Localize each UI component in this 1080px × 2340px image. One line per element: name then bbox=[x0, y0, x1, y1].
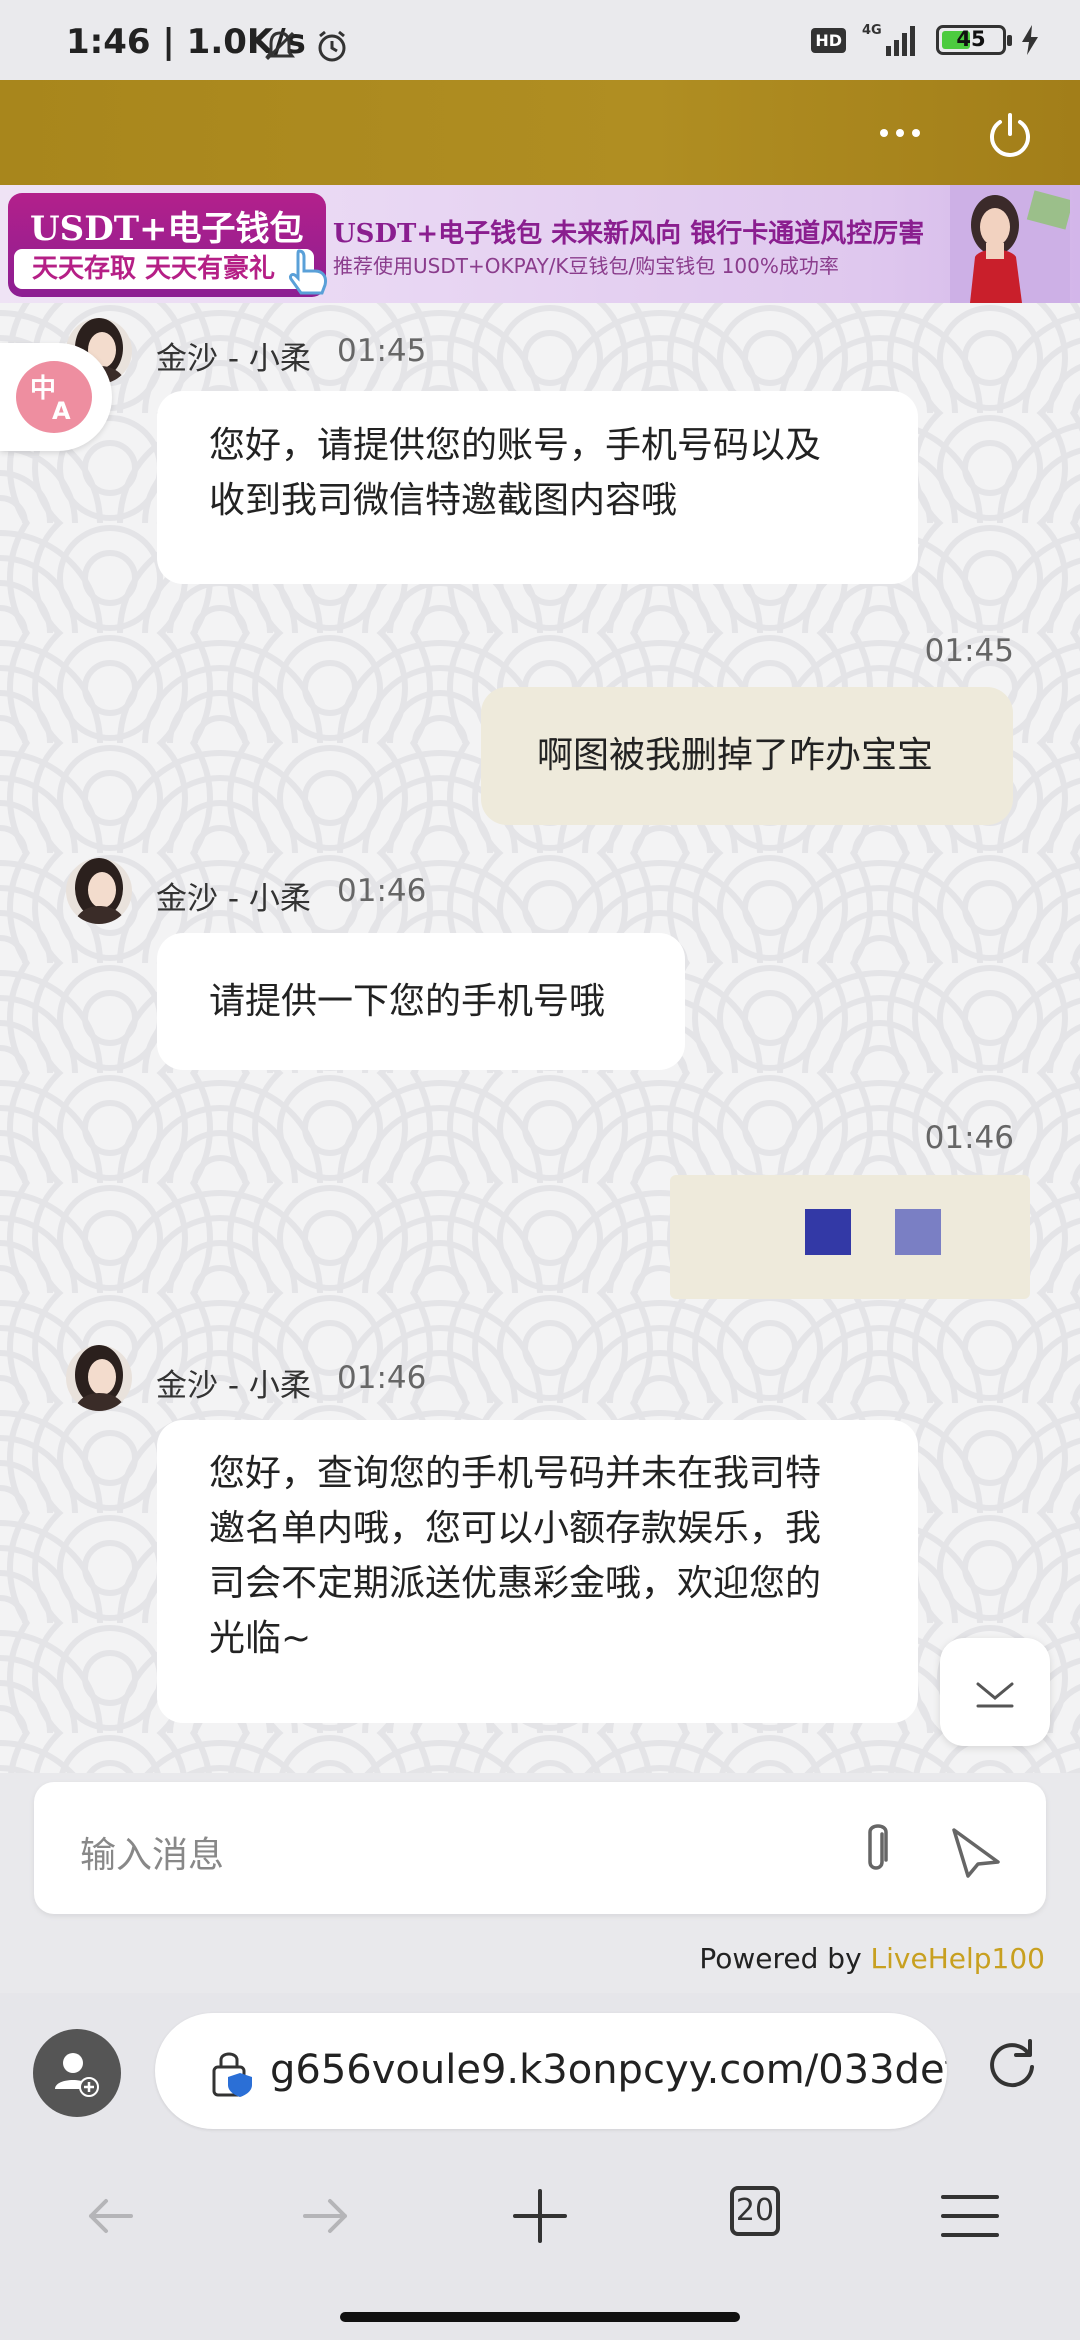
message-text: 您好，查询您的手机号码并未在我司特 邀名单内哦，您可以小额存款娱乐，我 司会不定… bbox=[209, 1453, 822, 1659]
message-time: 01:45 bbox=[337, 333, 427, 369]
message-input[interactable]: 输入消息 bbox=[80, 1826, 224, 1878]
battery-icon: 45 bbox=[936, 25, 1012, 55]
banner-model-image bbox=[950, 185, 1070, 303]
agent-avatar bbox=[66, 858, 132, 924]
banner-badge: USDT+电子钱包 天天存取 天天有豪礼 bbox=[8, 193, 326, 297]
profile-button[interactable] bbox=[33, 2029, 121, 2117]
hd-badge: HD bbox=[811, 27, 846, 53]
alarm-icon bbox=[318, 30, 346, 62]
sender-name: 金沙 - 小柔 bbox=[156, 341, 311, 377]
forward-arrow-icon[interactable] bbox=[290, 2181, 360, 2251]
tab-switcher-button[interactable]: 20 bbox=[730, 2186, 780, 2236]
message-bubble: 啊图被我删掉了咋办宝宝 bbox=[481, 687, 1013, 825]
menu-icon[interactable] bbox=[935, 2181, 1005, 2251]
redacted-block bbox=[805, 1209, 851, 1255]
redacted-image-bubble[interactable] bbox=[670, 1175, 1030, 1299]
redacted-block bbox=[895, 1209, 941, 1255]
charging-icon bbox=[1022, 25, 1038, 55]
message-bubble: 您好，请提供您的账号，手机号码以及 收到我司微信特邀截图内容哦 bbox=[157, 391, 918, 584]
translate-icon: 中 A bbox=[30, 374, 71, 425]
status-bar: 1:46 | 1.0K/s HD 4G 45 bbox=[0, 0, 1080, 80]
attachment-icon[interactable] bbox=[846, 1820, 906, 1880]
svg-text:A: A bbox=[52, 397, 71, 425]
sender-name: 金沙 - 小柔 bbox=[156, 1368, 311, 1404]
chat-header bbox=[0, 80, 1080, 185]
banner-right-title: USDT+电子钱包 未来新风向 银行卡通道风控厉害 bbox=[333, 219, 925, 249]
url-text: g656voule9.k3onpcyy.com/033def7 bbox=[270, 2047, 947, 2093]
sender-name: 金沙 - 小柔 bbox=[156, 881, 311, 917]
browser-nav-row: 20 bbox=[0, 2163, 1080, 2273]
banner-left-title: USDT+电子钱包 bbox=[30, 209, 304, 249]
message-time: 01:46 bbox=[337, 873, 427, 909]
agent-avatar bbox=[66, 1345, 132, 1411]
message-time: 01:46 bbox=[924, 1120, 1014, 1156]
message-text: 啊图被我删掉了咋办宝宝 bbox=[537, 735, 934, 776]
power-icon[interactable] bbox=[985, 110, 1035, 160]
more-icon[interactable] bbox=[870, 110, 930, 156]
secure-lock-icon bbox=[212, 2052, 252, 2097]
banner-right-subtitle: 推荐使用USDT+OKPAY/K豆钱包/购宝钱包 100%成功率 bbox=[333, 254, 839, 278]
reload-icon[interactable] bbox=[982, 2033, 1042, 2093]
message-bubble: 您好，查询您的手机号码并未在我司特 邀名单内哦，您可以小额存款娱乐，我 司会不定… bbox=[157, 1420, 918, 1723]
message-time: 01:46 bbox=[337, 1360, 427, 1396]
home-indicator[interactable] bbox=[340, 2312, 740, 2322]
send-icon[interactable] bbox=[946, 1820, 1006, 1880]
promo-banner[interactable]: USDT+电子钱包 天天存取 天天有豪礼 USDT+电子钱包 未来新风向 银行卡… bbox=[0, 185, 1080, 303]
chat-area[interactable]: 金沙 - 小柔 01:45 您好，请提供您的账号，手机号码以及 收到我司微信特邀… bbox=[0, 303, 1080, 1773]
pointer-hand-icon bbox=[289, 249, 327, 295]
message-text: 请提供一下您的手机号哦 bbox=[209, 981, 606, 1022]
new-tab-plus-icon[interactable] bbox=[505, 2181, 575, 2251]
chevron-down-icon bbox=[976, 1682, 1014, 1708]
banner-left-subtitle: 天天存取 天天有豪礼 bbox=[14, 249, 314, 289]
address-bar[interactable]: g656voule9.k3onpcyy.com/033def7 bbox=[155, 2013, 947, 2129]
message-text: 您好，请提供您的账号，手机号码以及 收到我司微信特邀截图内容哦 bbox=[209, 425, 822, 521]
browser-toolbar: g656voule9.k3onpcyy.com/033def7 20 bbox=[0, 1993, 1080, 2340]
message-bubble: 请提供一下您的手机号哦 bbox=[157, 933, 685, 1070]
message-time: 01:45 bbox=[924, 633, 1014, 669]
powered-by: Powered by LiveHelp100 bbox=[699, 1942, 1045, 1975]
scroll-to-bottom-button[interactable] bbox=[940, 1638, 1050, 1746]
livehelp-link[interactable]: LiveHelp100 bbox=[871, 1942, 1045, 1975]
signal-icon: 4G bbox=[862, 23, 915, 56]
bell-muted-icon bbox=[265, 31, 295, 61]
back-arrow-icon[interactable] bbox=[76, 2181, 146, 2251]
translate-button[interactable]: 中 A bbox=[0, 343, 112, 451]
message-input-bar: 输入消息 bbox=[34, 1782, 1046, 1914]
add-user-icon bbox=[55, 2053, 99, 2097]
svg-text:4G: 4G bbox=[862, 23, 882, 38]
